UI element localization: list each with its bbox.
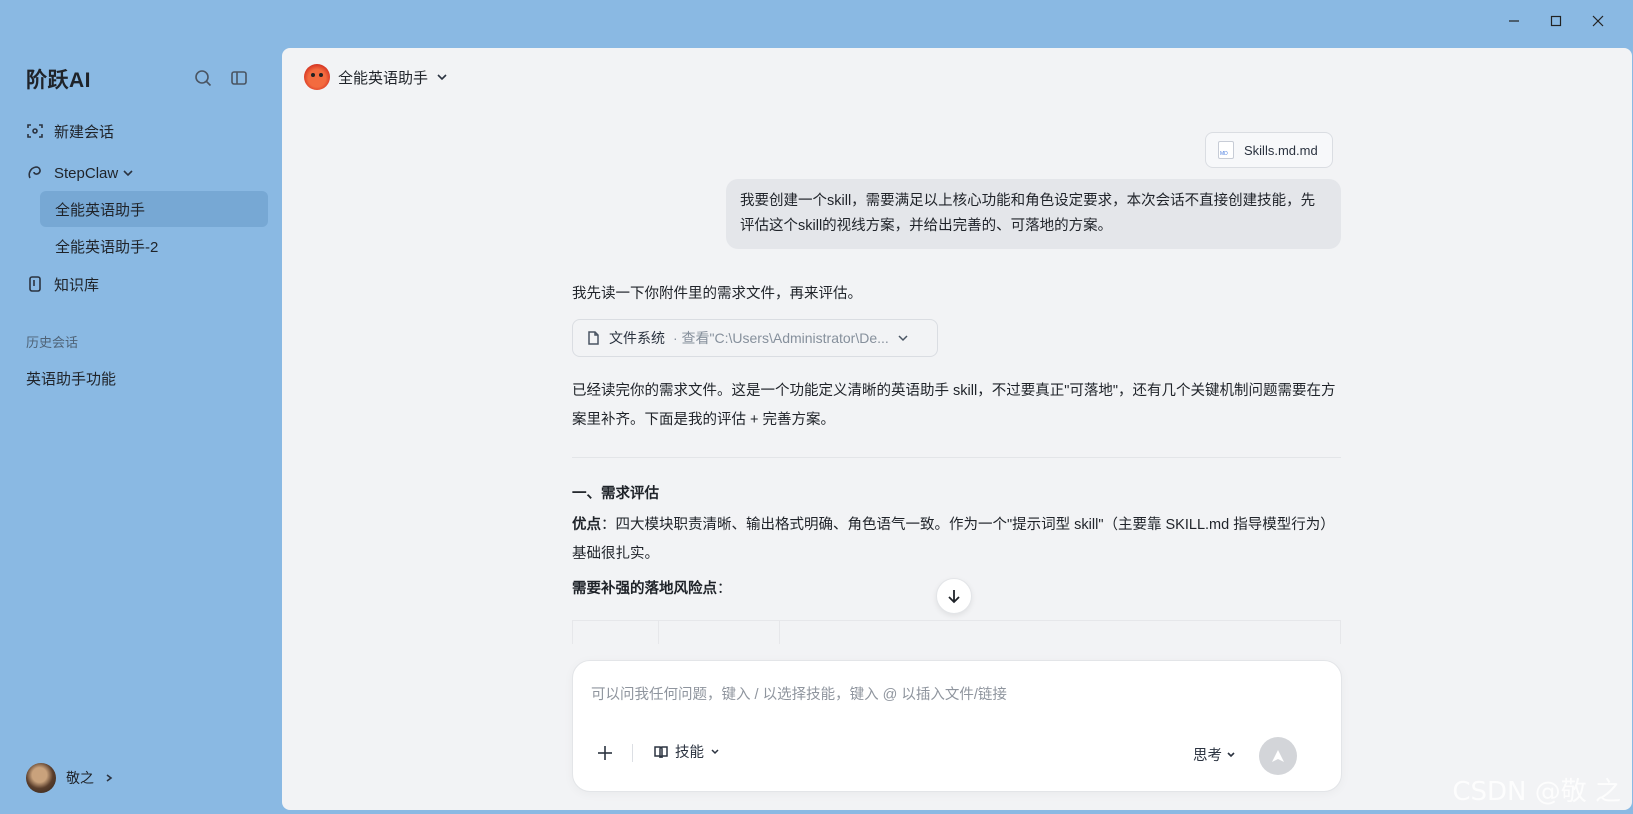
chevron-down-icon	[1227, 751, 1235, 757]
tool-call-chip[interactable]: 文件系统 · 查看"C:\Users\Administrator\De...	[572, 319, 938, 357]
risks-label: 需要补强的落地风险点	[572, 581, 717, 597]
close-icon[interactable]	[1577, 8, 1619, 34]
strengths-paragraph: 优点：四大模块职责清晰、输出格式明确、角色语气一致。作为一个"提示词型 skil…	[572, 511, 1341, 569]
stepclaw-label: StepClaw	[54, 164, 119, 182]
reply-summary: 已经读完你的需求文件。这是一个功能定义清晰的英语助手 skill，不过要真正"可…	[572, 383, 1336, 428]
arrow-down-icon	[948, 590, 960, 604]
agent-avatar	[304, 64, 330, 90]
think-label: 思考	[1193, 748, 1222, 764]
window-controls	[1493, 8, 1619, 34]
agent-selector[interactable]: 全能英语助手	[304, 64, 448, 90]
chevron-right-icon	[106, 774, 113, 782]
user-name: 敬之	[66, 770, 94, 786]
tool-label: 文件系统	[609, 330, 665, 346]
agent-name: 全能英语助手	[338, 69, 429, 87]
sidebar-toggle-icon[interactable]	[229, 68, 249, 88]
book-icon	[654, 745, 668, 758]
send-button[interactable]	[1259, 737, 1297, 775]
add-icon[interactable]	[593, 741, 617, 765]
toolbar-divider	[632, 744, 633, 762]
history-section-label: 历史会话	[26, 335, 79, 350]
section-title: 一、需求评估	[572, 486, 659, 502]
knowledge-base-label: 知识库	[54, 276, 100, 294]
stepclaw-menu[interactable]: StepClaw	[26, 156, 134, 190]
risks-suffix: ：	[717, 581, 732, 597]
composer-input[interactable]: 可以问我任何问题，键入 / 以选择技能，键入 @ 以插入文件/链接	[591, 683, 1007, 704]
chevron-down-icon	[437, 74, 447, 81]
chevron-down-icon	[123, 170, 133, 177]
user-profile[interactable]: 敬之	[26, 763, 114, 793]
maximize-icon[interactable]	[1535, 8, 1577, 34]
stepclaw-icon	[28, 166, 41, 179]
knowledge-base-button[interactable]: 知识库	[26, 267, 99, 301]
skills-label: 技能	[675, 745, 704, 761]
new-chat-button[interactable]: 新建会话	[26, 114, 114, 148]
watermark: CSDN @敬 之	[1452, 777, 1621, 807]
knowledge-base-icon	[29, 276, 41, 292]
risk-table	[572, 620, 1341, 644]
strengths-text: ：四大模块职责清晰、输出格式明确、角色语气一致。作为一个"提示词型 skill"…	[572, 517, 1335, 562]
search-icon[interactable]	[193, 68, 213, 88]
new-chat-label: 新建会话	[54, 123, 115, 141]
tool-detail: · 查看"C:\Users\Administrator\De...	[673, 330, 889, 346]
sidebar: 阶跃AI 新建会话 StepClaw 全能英语助手 全能英语助手-2 知识库 历…	[0, 0, 282, 814]
user-message: 我要创建一个skill，需要满足以上核心功能和角色设定要求，本次会话不直接创建技…	[726, 179, 1341, 249]
message-composer[interactable]: 可以问我任何问题，键入 / 以选择技能，键入 @ 以插入文件/链接 技能 思考	[572, 660, 1342, 792]
file-icon	[588, 331, 599, 345]
think-mode-button[interactable]: 思考	[1193, 744, 1236, 765]
skills-button[interactable]: 技能	[653, 741, 720, 762]
sidebar-item-english-assistant[interactable]: 全能英语助手	[40, 191, 268, 227]
minimize-icon[interactable]	[1493, 8, 1535, 34]
chevron-down-icon	[898, 335, 908, 342]
sidebar-item-english-assistant-2[interactable]: 全能英语助手-2	[40, 228, 268, 264]
divider	[572, 457, 1341, 458]
history-item[interactable]: 英语助手功能	[26, 368, 116, 389]
scroll-to-bottom-button[interactable]	[936, 578, 972, 614]
sidebar-item-label: 全能英语助手	[55, 201, 146, 219]
chevron-down-icon	[711, 748, 719, 754]
sidebar-item-label: 全能英语助手-2	[55, 238, 159, 256]
reply-intro: 我先读一下你附件里的需求文件，再来评估。	[572, 286, 862, 302]
attachment-chip[interactable]: Skills.md.md	[1205, 132, 1333, 168]
new-chat-icon	[27, 124, 43, 138]
attachment-name: Skills.md.md	[1244, 142, 1318, 158]
markdown-file-icon	[1218, 141, 1234, 159]
avatar	[26, 763, 56, 793]
send-arrow-icon	[1272, 750, 1284, 762]
strengths-label: 优点	[572, 517, 601, 533]
chat-panel: 全能英语助手 Skills.md.md 我要创建一个skill，需要满足以上核心…	[282, 48, 1632, 810]
brand-logo: 阶跃AI	[26, 69, 91, 92]
